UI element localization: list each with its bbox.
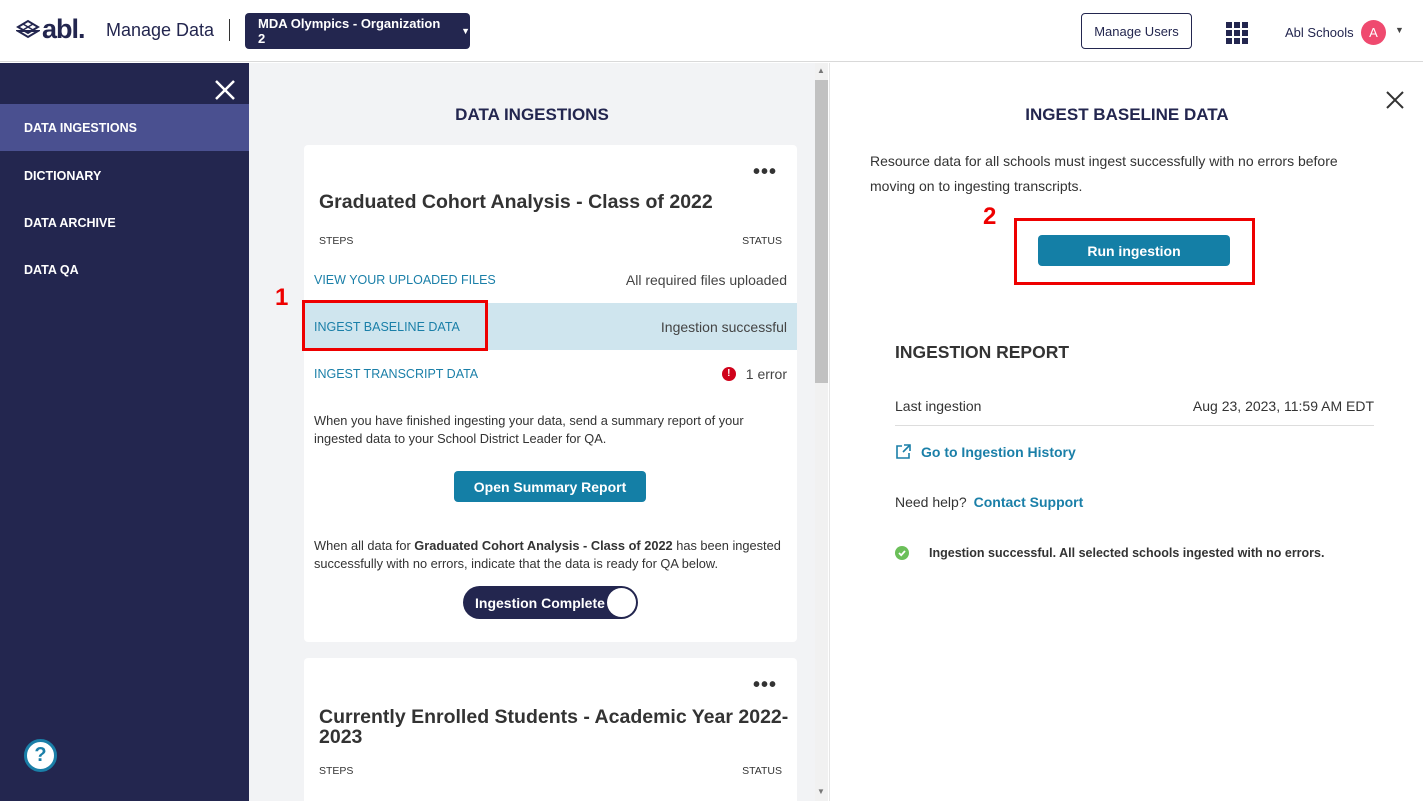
completion-instructions: When all data for Graduated Cohort Analy… xyxy=(314,537,784,573)
manage-users-button[interactable]: Manage Users xyxy=(1081,13,1192,49)
ingestion-history-label: Go to Ingestion History xyxy=(921,443,1076,460)
open-summary-report-button[interactable]: Open Summary Report xyxy=(454,471,646,502)
need-help-text: Need help? xyxy=(895,494,967,510)
user-menu-caret-icon[interactable]: ▼ xyxy=(1395,25,1404,35)
run-ingestion-button[interactable]: Run ingestion xyxy=(1038,235,1230,266)
panel-title: INGEST BASELINE DATA xyxy=(1025,105,1229,124)
contact-support-link[interactable]: Contact Support xyxy=(974,494,1084,510)
steps-label: STEPS xyxy=(319,765,354,777)
completion-text-bold: Graduated Cohort Analysis - Class of 202… xyxy=(414,538,673,553)
more-options-icon[interactable]: ••• xyxy=(753,162,777,182)
ingestion-card: ••• Graduated Cohort Analysis - Class of… xyxy=(304,145,797,642)
report-title: INGESTION REPORT xyxy=(895,342,1070,362)
header-divider xyxy=(229,19,230,41)
help-icon[interactable]: ? xyxy=(24,739,57,772)
user-name[interactable]: Abl Schools xyxy=(1285,25,1354,40)
step-status: All required files uploaded xyxy=(625,271,787,288)
abl-logo-icon xyxy=(16,19,40,38)
scroll-down-icon[interactable]: ▼ xyxy=(817,787,825,796)
annotation-box-1 xyxy=(302,300,488,351)
app-title: Manage Data xyxy=(106,20,215,40)
page-title: DATA INGESTIONS xyxy=(455,105,609,124)
sidebar: DATA INGESTIONS DICTIONARY DATA ARCHIVE … xyxy=(0,63,249,801)
step-row-view-files: VIEW YOUR UPLOADED FILES All required fi… xyxy=(304,256,797,303)
error-count: 1 error xyxy=(745,365,787,382)
ingestion-history-link[interactable]: Go to Ingestion History xyxy=(895,443,1076,460)
ingest-detail-panel: INGEST BASELINE DATA Resource data for a… xyxy=(829,63,1423,801)
step-status: Ingestion successful xyxy=(660,318,787,335)
abl-logo[interactable]: abl. xyxy=(16,14,86,45)
card-title: Graduated Cohort Analysis - Class of 202… xyxy=(319,191,713,213)
last-ingestion-label: Last ingestion xyxy=(895,398,982,414)
success-message: Ingestion successful. All selected schoo… xyxy=(929,546,1325,560)
app-grid-icon[interactable] xyxy=(1226,22,1248,44)
avatar[interactable]: A xyxy=(1361,20,1386,45)
completion-text-pre: When all data for xyxy=(314,538,415,553)
scroll-thumb[interactable] xyxy=(815,80,828,383)
scroll-up-icon[interactable]: ▲ xyxy=(817,66,825,75)
more-options-icon[interactable]: ••• xyxy=(753,675,777,695)
sidebar-item-dictionary[interactable]: DICTIONARY xyxy=(0,152,249,199)
help-row: Need help? Contact Support xyxy=(895,494,1083,510)
ingestion-complete-toggle[interactable]: Ingestion Complete xyxy=(463,586,638,619)
view-uploaded-files-link[interactable]: VIEW YOUR UPLOADED FILES xyxy=(314,273,496,287)
ingest-transcript-data-link[interactable]: INGEST TRANSCRIPT DATA xyxy=(314,367,478,381)
steps-label: STEPS xyxy=(319,235,354,247)
caret-down-icon: ▼ xyxy=(461,26,470,36)
external-link-icon xyxy=(896,444,911,459)
annotation-number-2: 2 xyxy=(983,203,997,230)
organization-selector-label: MDA Olympics - Organization 2 xyxy=(258,16,441,46)
toggle-knob xyxy=(607,588,636,617)
sidebar-item-data-qa[interactable]: DATA QA xyxy=(0,246,249,293)
annotation-number-1: 1 xyxy=(275,284,289,311)
success-message-row: Ingestion successful. All selected schoo… xyxy=(895,546,1324,560)
error-icon: ! xyxy=(721,366,736,381)
sidebar-item-data-ingestions[interactable]: DATA INGESTIONS xyxy=(0,104,249,151)
panel-description: Resource data for all schools must inges… xyxy=(870,153,1338,194)
sidebar-item-data-archive[interactable]: DATA ARCHIVE xyxy=(0,199,249,246)
ingestion-card: ••• Currently Enrolled Students - Academ… xyxy=(304,658,797,801)
logo-text: abl. xyxy=(42,14,86,44)
status-label: STATUS xyxy=(742,235,782,247)
step-row-ingest-transcript: INGEST TRANSCRIPT DATA ! 1 error xyxy=(304,350,797,397)
success-check-icon xyxy=(895,546,909,560)
summary-instructions: When you have finished ingesting your da… xyxy=(314,413,744,446)
last-ingestion-row: Last ingestion Aug 23, 2023, 11:59 AM ED… xyxy=(895,388,1374,426)
ingestions-panel: DATA INGESTIONS ••• Graduated Cohort Ana… xyxy=(249,63,815,801)
card-title: Currently Enrolled Students - Academic Y… xyxy=(319,706,789,748)
status-label: STATUS xyxy=(742,765,782,777)
top-header: abl. Manage Data MDA Olympics - Organiza… xyxy=(0,0,1423,62)
last-ingestion-value: Aug 23, 2023, 11:59 AM EDT xyxy=(1192,398,1374,414)
toggle-label: Ingestion Complete xyxy=(475,594,605,611)
scrollbar[interactable]: ▲ ▼ xyxy=(815,63,828,801)
step-status-error: ! 1 error xyxy=(721,365,787,382)
close-icon[interactable] xyxy=(214,79,236,101)
organization-selector[interactable]: MDA Olympics - Organization 2 ▼ xyxy=(245,13,470,49)
